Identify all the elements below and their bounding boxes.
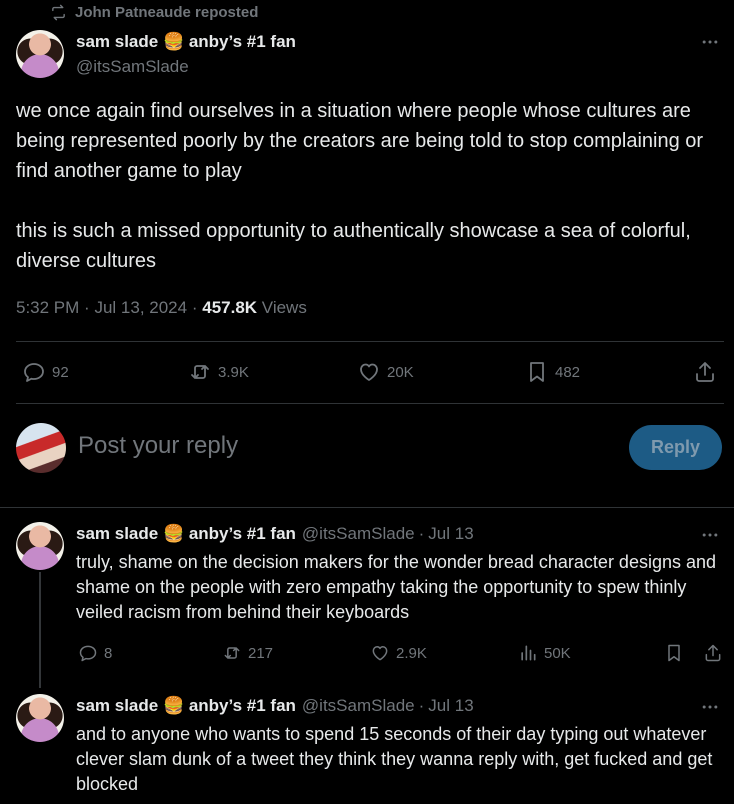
repost-button[interactable]: 3.9K (188, 360, 249, 384)
views-count: 457.8K (202, 298, 258, 317)
tweet-paragraph: this is such a missed opportunity to aut… (16, 220, 691, 272)
repost-icon (50, 4, 67, 21)
tweet-time[interactable]: 5:32 PM (16, 298, 79, 317)
reply-count: 92 (52, 363, 69, 381)
views-icon (518, 643, 538, 663)
divider (16, 341, 724, 342)
separator: · (191, 298, 198, 317)
reply-text: and to anyone who wants to spend 15 seco… (76, 724, 713, 794)
share-icon (703, 643, 723, 663)
tweet-paragraph: we once again find ourselves in a situat… (16, 100, 704, 182)
bookmark-button[interactable] (664, 643, 684, 663)
reply-header: sam slade 🍔 anby’s #1 fan @itsSamSlade ·… (76, 696, 474, 716)
reply-count: 8 (104, 644, 113, 662)
bookmark-count: 482 (555, 363, 581, 381)
separator: · (84, 298, 90, 317)
my-avatar[interactable] (16, 423, 66, 473)
reply-button[interactable]: 92 (22, 360, 69, 384)
author-handle[interactable]: @itsSamSlade (76, 57, 189, 77)
share-button[interactable] (703, 643, 723, 663)
like-count: 20K (387, 363, 414, 381)
author-name[interactable]: sam slade 🍔 anby’s #1 fan (76, 32, 296, 52)
reply-icon (78, 643, 98, 663)
repost-count: 3.9K (218, 363, 249, 381)
repost-indicator[interactable]: John Patneaude reposted (50, 4, 258, 21)
avatar[interactable] (16, 694, 64, 742)
share-icon (693, 360, 717, 384)
author-handle-row: @itsSamSlade (76, 57, 189, 77)
reply-date[interactable]: Jul 13 (428, 696, 473, 716)
avatar[interactable] (16, 30, 64, 78)
avatar[interactable] (16, 522, 64, 570)
reply-button[interactable]: 8 (78, 643, 112, 663)
like-count: 2.9K (396, 644, 427, 662)
views-label: Views (261, 298, 307, 317)
more-icon[interactable] (700, 525, 720, 545)
divider (16, 403, 724, 404)
divider (0, 507, 734, 508)
author-name[interactable]: sam slade 🍔 anby’s #1 fan (76, 524, 296, 544)
more-icon[interactable] (700, 697, 720, 717)
author-name[interactable]: sam slade 🍔 anby’s #1 fan (76, 696, 296, 716)
tweet-text: we once again find ourselves in a situat… (16, 96, 728, 276)
reply-submit-button[interactable]: Reply (629, 425, 722, 470)
more-icon[interactable] (700, 32, 720, 52)
author-name-row[interactable]: sam slade 🍔 anby’s #1 fan (76, 32, 296, 52)
like-button[interactable]: 2.9K (370, 643, 427, 663)
views-count: 50K (544, 644, 571, 662)
repost-icon (222, 643, 242, 663)
author-handle[interactable]: @itsSamSlade (302, 696, 415, 716)
reply-icon (22, 360, 46, 384)
author-handle[interactable]: @itsSamSlade (302, 524, 415, 544)
share-button[interactable] (693, 360, 717, 384)
reply-header: sam slade 🍔 anby’s #1 fan @itsSamSlade ·… (76, 524, 474, 544)
repost-count: 217 (248, 644, 274, 662)
like-icon (370, 643, 390, 663)
separator: · (418, 696, 425, 715)
bookmark-icon (525, 360, 549, 384)
reply-date[interactable]: Jul 13 (428, 524, 473, 544)
repost-icon (188, 360, 212, 384)
tweet-date[interactable]: Jul 13, 2024 (94, 298, 187, 317)
reply-text: truly, shame on the decision makers for … (76, 552, 717, 622)
views-button[interactable]: 50K (518, 643, 571, 663)
bookmark-button[interactable]: 482 (525, 360, 580, 384)
thread-line (39, 572, 41, 688)
like-button[interactable]: 20K (357, 360, 414, 384)
reply-input[interactable]: Post your reply (78, 432, 238, 460)
tweet-meta: 5:32 PM · Jul 13, 2024 · 457.8K Views (16, 298, 307, 318)
repost-label: John Patneaude reposted (75, 4, 259, 21)
repost-button[interactable]: 217 (222, 643, 273, 663)
separator: · (418, 524, 425, 543)
like-icon (357, 360, 381, 384)
bookmark-icon (664, 643, 684, 663)
